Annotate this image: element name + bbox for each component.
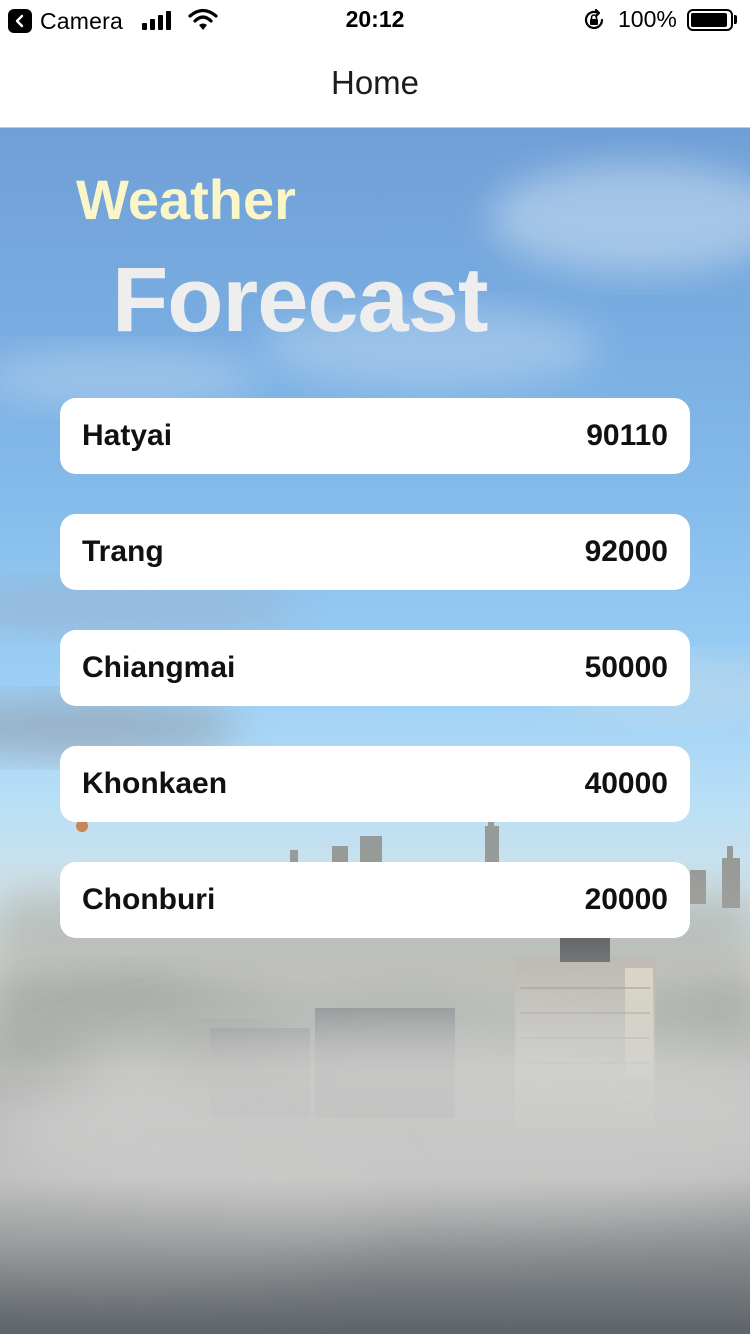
city-item-chonburi[interactable]: Chonburi 20000	[60, 862, 690, 938]
title-weather: Weather	[76, 168, 296, 231]
postal-code: 50000	[584, 651, 668, 684]
city-name: Chiangmai	[82, 651, 236, 684]
postal-code: 40000	[584, 767, 668, 800]
title-forecast: Forecast	[112, 249, 488, 351]
city-item-chiangmai[interactable]: Chiangmai 50000	[60, 630, 690, 706]
city-item-trang[interactable]: Trang 92000	[60, 514, 690, 590]
city-name: Chonburi	[82, 883, 216, 916]
navigation-bar: Home	[0, 40, 750, 128]
city-name: Hatyai	[82, 419, 173, 452]
orientation-lock-icon	[582, 8, 606, 37]
battery-percentage: 100%	[618, 6, 677, 32]
postal-code: 20000	[584, 883, 668, 916]
battery-icon	[687, 9, 733, 31]
city-item-hatyai[interactable]: Hatyai 90110	[60, 398, 690, 474]
battery-level-fill	[691, 13, 727, 27]
postal-code: 90110	[586, 419, 668, 452]
postal-code: 92000	[584, 535, 668, 568]
nav-title: Home	[330, 64, 420, 101]
city-item-khonkaen[interactable]: Khonkaen 40000	[60, 746, 690, 822]
city-name: Khonkaen	[82, 767, 228, 800]
city-name: Trang	[82, 535, 164, 568]
battery-cap	[734, 15, 737, 24]
status-bar: Camera 20:12 100%	[0, 0, 750, 40]
